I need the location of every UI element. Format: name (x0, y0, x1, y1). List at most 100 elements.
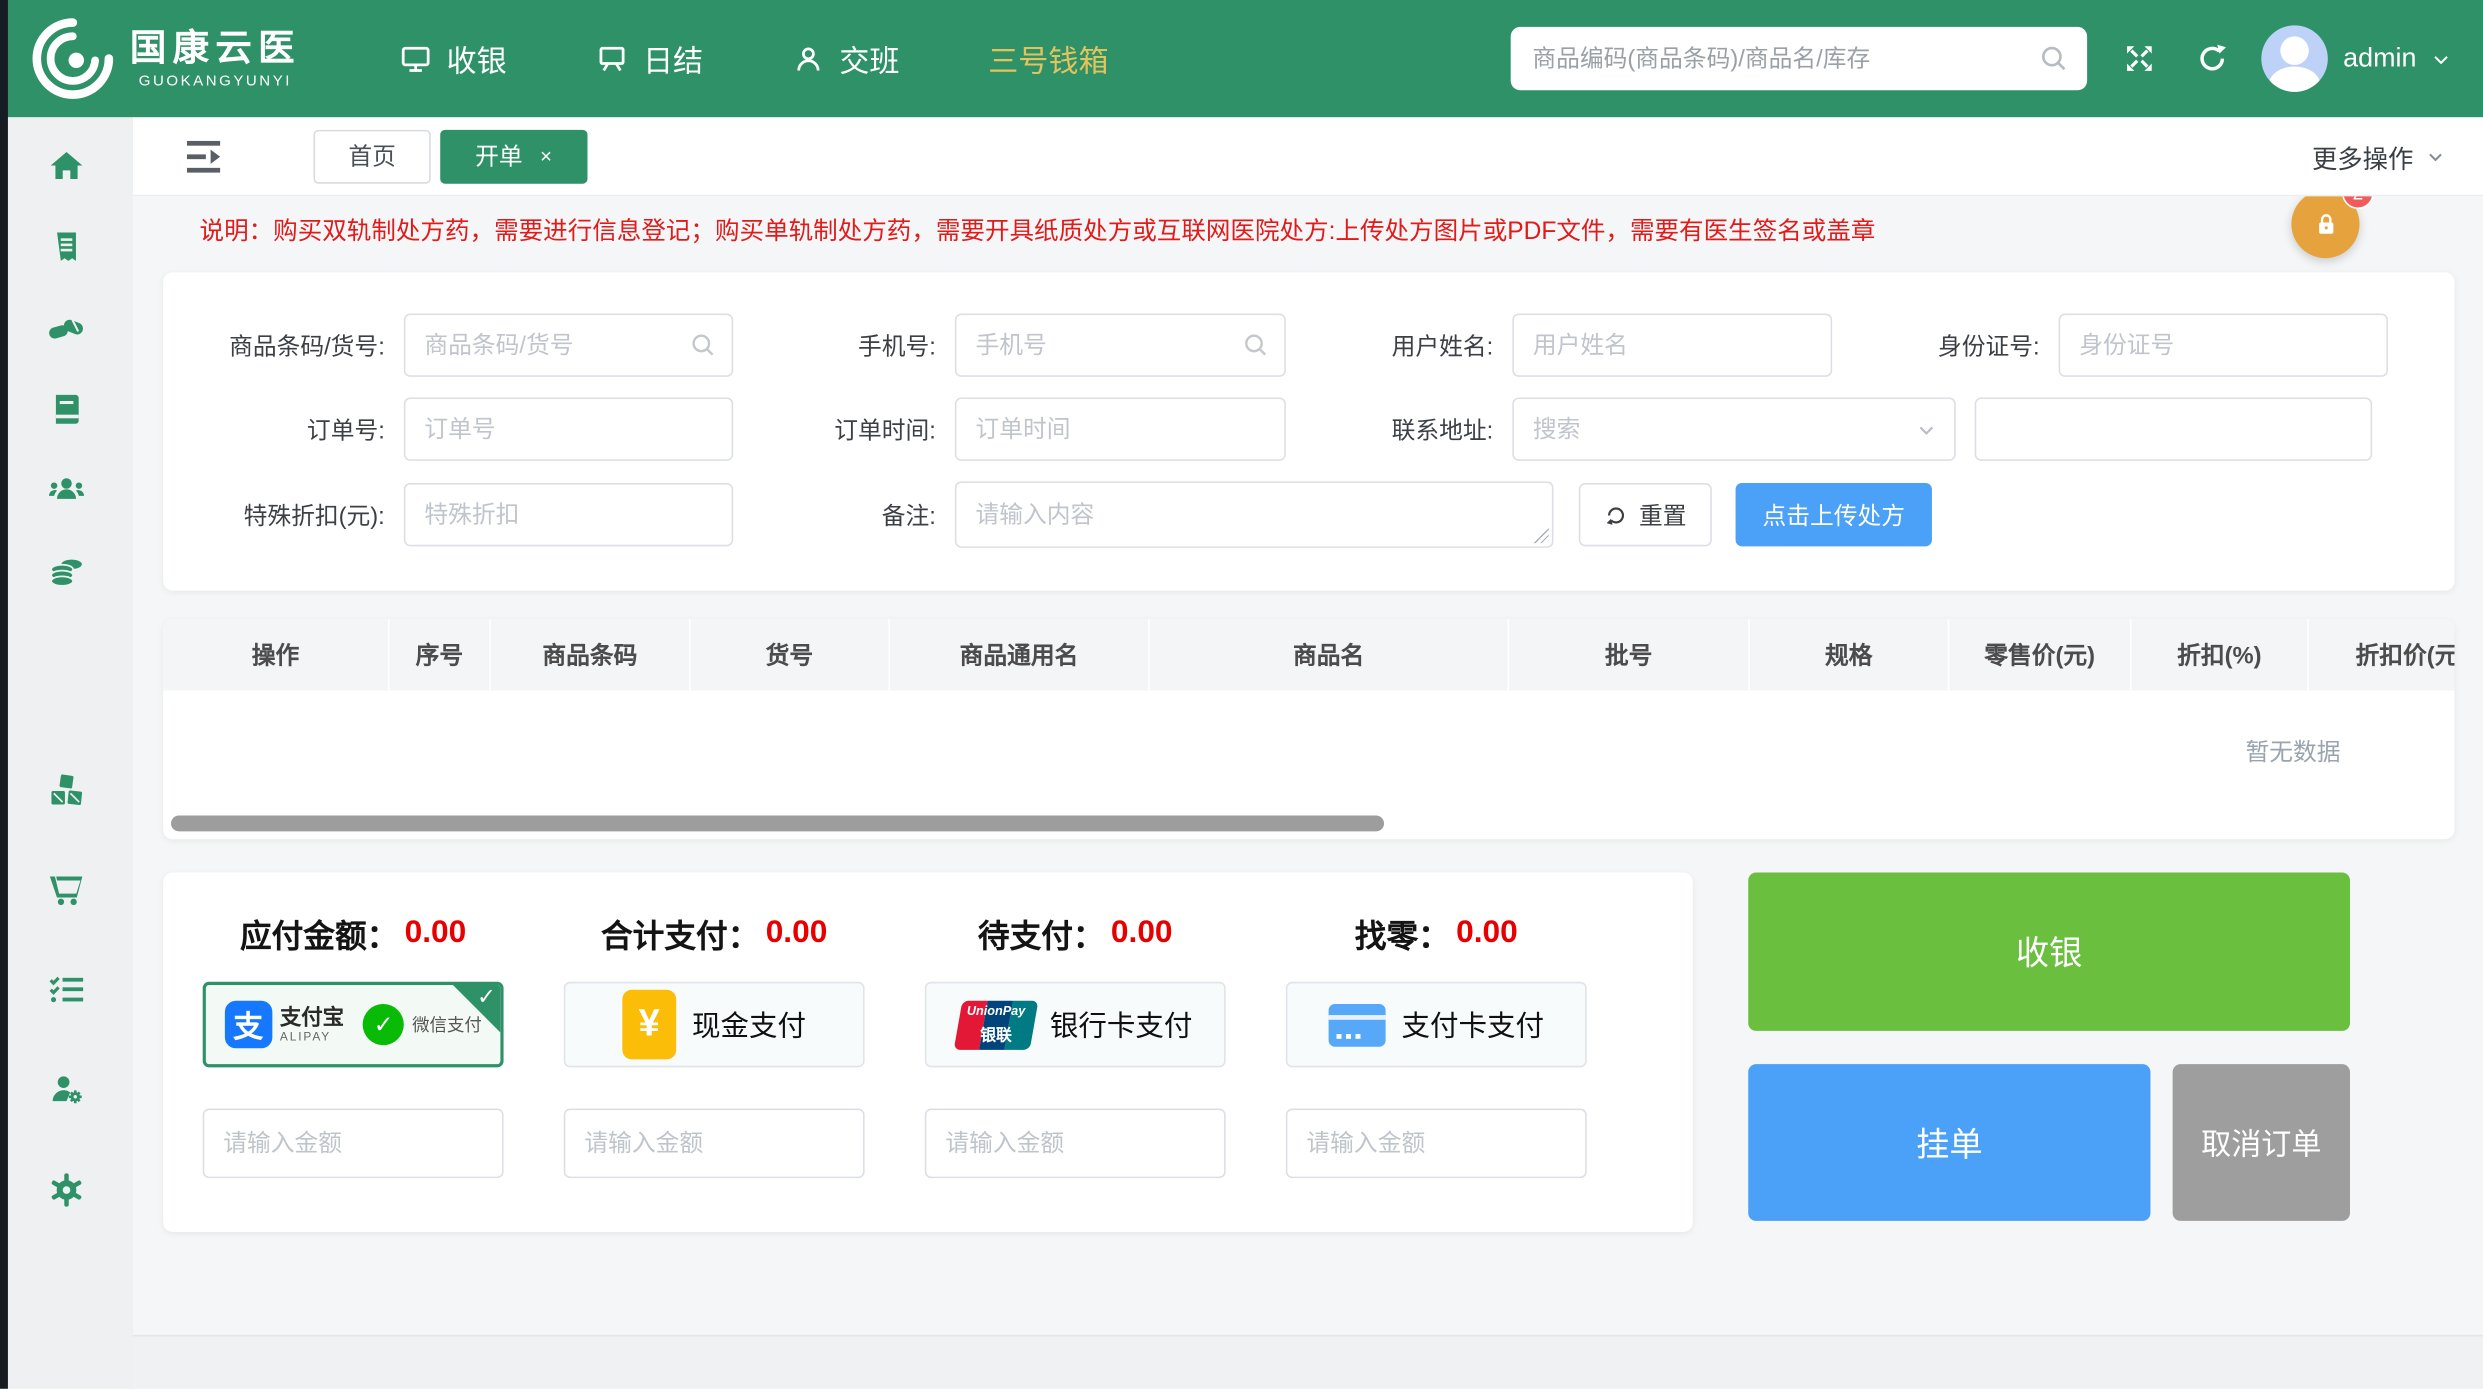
reset-refresh-icon (1604, 503, 1628, 527)
method-pay-card[interactable]: 支付卡支付 (1286, 982, 1587, 1068)
phone-label: 手机号: (733, 329, 955, 362)
change-label: 找零： (1355, 911, 1450, 957)
user-menu[interactable]: admin (2343, 43, 2451, 75)
barcode-label: 商品条码/货号: (195, 329, 404, 362)
pay-card-label: 支付卡支付 (1401, 1004, 1544, 1045)
pills-icon (48, 307, 86, 348)
collapse-menu-icon[interactable] (187, 139, 228, 174)
nav-cashbox-label: 三号钱箱 (988, 37, 1108, 80)
nav-cashier[interactable]: 收银 (399, 37, 507, 80)
table-header-row: 操作 序号 商品条码 货号 商品通用名 商品名 批号 规格 零售价(元) 折扣(… (163, 619, 2454, 690)
sidebar-item-staff[interactable] (48, 1070, 86, 1108)
table-body: 暂无数据 (163, 690, 2454, 817)
header-icons (2121, 41, 2229, 76)
username-label: admin (2343, 43, 2416, 75)
user-gear-icon (48, 1069, 86, 1110)
chevron-down-icon (2431, 48, 2452, 69)
order-time-label: 订单时间: (733, 413, 955, 446)
board-icon (595, 42, 628, 75)
nav-shift-change[interactable]: 交班 (792, 37, 900, 80)
upload-prescription-button[interactable]: 点击上传处方 (1736, 483, 1932, 546)
refresh-icon[interactable] (2194, 41, 2229, 76)
empty-data-text: 暂无数据 (163, 735, 2454, 768)
order-form: 商品条码/货号: 手机号: (163, 272, 2454, 590)
cubes-icon (48, 771, 86, 809)
prescription-notice: 说明：购买双轨制处方药，需要进行信息登记；购买单轨制处方药，需要开具纸质处方或互… (200, 212, 1876, 247)
cash-label: 现金支付 (692, 1004, 806, 1045)
window-edge (0, 0, 8, 1389)
tab-billing[interactable]: 开单 × (440, 129, 587, 183)
idcard-input[interactable] (2059, 314, 2388, 377)
tab-home[interactable]: 首页 (314, 129, 431, 183)
reset-button[interactable]: 重置 (1579, 483, 1712, 546)
tab-close-icon[interactable]: × (540, 144, 552, 168)
col-operation: 操作 (163, 619, 389, 690)
col-spec: 规格 (1750, 619, 1950, 690)
header-nav: 收银 日结 交班 三号钱箱 (399, 37, 1109, 80)
phone-input[interactable] (955, 314, 1286, 377)
address-detail-input[interactable] (1975, 397, 2372, 460)
special-discount-input[interactable] (404, 483, 733, 546)
sidebar-item-settings[interactable] (48, 1170, 86, 1208)
unionpay-icon: UnionPay 银联 (958, 1000, 1034, 1049)
sidebar-item-tasks[interactable] (48, 971, 86, 1009)
alipay-icon: 支 (224, 1001, 272, 1049)
sidebar-item-members[interactable] (48, 470, 86, 508)
sidebar-item-orders[interactable] (48, 228, 86, 266)
selected-check-icon: ✓ (477, 983, 496, 1010)
change-value: 0.00 (1456, 915, 1518, 951)
more-actions-dropdown[interactable]: 更多操作 (2312, 137, 2445, 175)
cancel-order-button[interactable]: 取消订单 (2173, 1064, 2350, 1221)
barcode-input[interactable] (404, 314, 733, 377)
lock-icon (2311, 210, 2340, 239)
order-items-table: 操作 序号 商品条码 货号 商品通用名 商品名 批号 规格 零售价(元) 折扣(… (163, 619, 2454, 839)
alipay-wechat-amount-input[interactable] (203, 1108, 504, 1178)
nav-cashbox[interactable]: 三号钱箱 (988, 37, 1108, 80)
app-viewport: 国康云医 GUOKANGYUNYI 收银 日结 (0, 0, 2483, 1389)
hold-order-button[interactable]: 挂单 (1748, 1064, 2150, 1221)
sidebar-item-finance[interactable] (48, 551, 86, 589)
search-icon[interactable] (2038, 43, 2070, 75)
bank-card-label: 银行卡支付 (1050, 1004, 1193, 1045)
payment-methods-row: 支 支付宝 ALIPAY ✓ 微信支付 ✓ (203, 982, 1693, 1068)
sidebar-item-medicine[interactable] (48, 309, 86, 347)
payment-amounts-row (203, 1108, 1693, 1178)
pay-card-amount-input[interactable] (1286, 1108, 1587, 1178)
checklist-icon (48, 970, 86, 1010)
sidebar-item-home[interactable] (48, 147, 86, 185)
sidebar-item-inventory[interactable] (48, 771, 86, 809)
username-input[interactable] (1512, 314, 1832, 377)
credit-card-icon (1329, 1003, 1386, 1046)
billing-content: 说明：购买双轨制处方药，需要进行信息登记；购买单轨制处方药，需要开具纸质处方或互… (133, 196, 2483, 1388)
address-select[interactable] (1512, 397, 1955, 460)
remark-textarea[interactable] (955, 481, 1554, 548)
method-alipay-wechat[interactable]: 支 支付宝 ALIPAY ✓ 微信支付 ✓ (203, 982, 504, 1068)
horizontal-scrollbar[interactable] (171, 816, 1384, 832)
fullscreen-icon[interactable] (2121, 41, 2156, 76)
coins-icon (48, 550, 86, 590)
sidebar-item-records[interactable] (48, 390, 86, 428)
wechat-pay-icon: ✓ (363, 1004, 404, 1045)
remark-label: 备注: (733, 498, 955, 531)
avatar[interactable] (2261, 25, 2328, 92)
cashbox-float-button[interactable]: 2 (2291, 196, 2359, 258)
sidebar-item-purchase[interactable] (48, 871, 86, 909)
order-time-input[interactable] (955, 397, 1286, 460)
method-cash[interactable]: ¥ 现金支付 (564, 982, 865, 1068)
payment-summary-row: 应付金额： 0.00 合计支付： 0.00 待支付： 0.00 找零： (203, 911, 1693, 957)
nav-daily-settle[interactable]: 日结 (595, 37, 703, 80)
method-bank-card[interactable]: UnionPay 银联 银行卡支付 (925, 982, 1226, 1068)
alipay-sublabel: ALIPAY (280, 1031, 344, 1043)
payment-panel: 应付金额： 0.00 合计支付： 0.00 待支付： 0.00 找零： (163, 873, 1693, 1232)
cash-amount-input[interactable] (564, 1108, 865, 1178)
checkout-button[interactable]: 收银 (1748, 873, 2350, 1031)
brand-name-cn: 国康云医 (130, 27, 301, 68)
bank-card-amount-input[interactable] (925, 1108, 1226, 1178)
book-icon (48, 390, 84, 426)
due-label: 应付金额： (240, 911, 398, 957)
col-discount: 折扣(%) (2131, 619, 2308, 690)
global-search-input[interactable] (1510, 27, 2086, 90)
total-paid-label: 合计支付： (601, 911, 759, 957)
order-no-input[interactable] (404, 397, 733, 460)
more-actions-label: 更多操作 (2312, 137, 2413, 175)
